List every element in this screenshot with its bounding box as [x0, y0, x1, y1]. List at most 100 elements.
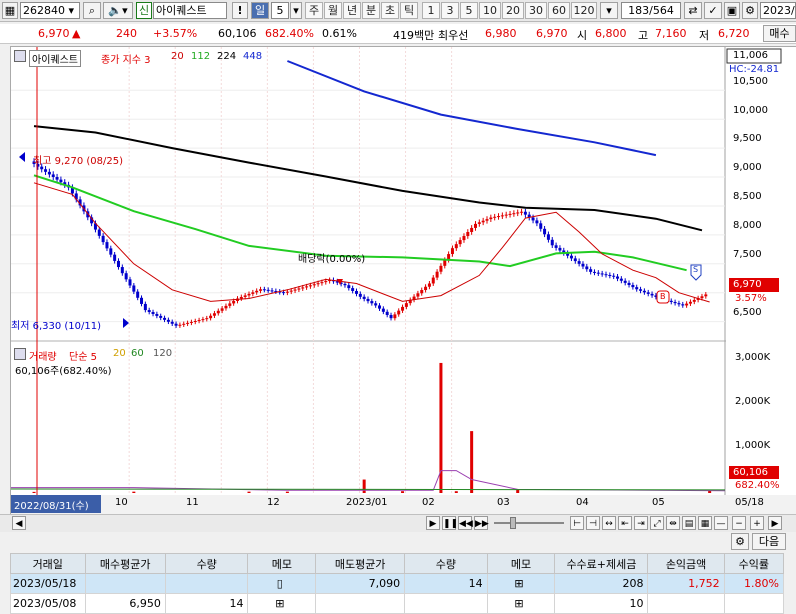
candle-body	[109, 248, 113, 255]
volume-legend-toggle-icon[interactable]	[14, 348, 26, 360]
list-dropdown-icon[interactable]: ▾	[600, 2, 618, 19]
cell-fee: 10	[554, 593, 649, 614]
period-month-button[interactable]: 월	[324, 2, 342, 19]
period-week-button[interactable]: 주	[305, 2, 323, 19]
candle-body	[573, 258, 577, 262]
interval-20-button[interactable]: 20	[502, 2, 524, 19]
candle-body	[351, 288, 355, 291]
period-year-button[interactable]: 년	[343, 2, 361, 19]
interval-3-button[interactable]: 3	[441, 2, 459, 19]
candle-body	[301, 287, 305, 289]
period-tick-button[interactable]: 틱	[400, 2, 418, 19]
fit-all-icon[interactable]: ⇹	[666, 516, 680, 530]
check-icon[interactable]: ✓	[704, 2, 722, 19]
buy-button[interactable]: 매수	[763, 25, 796, 42]
table-row[interactable]: 2023/05/18 ▯ 7,090 14 ⊞ 208 1,752 1.80%	[10, 573, 785, 594]
chart-scroll-bar[interactable]: ◀ ▶ ❚❚ ◀◀ ▶▶ ⊢ ⊣ ↔ ⇤ ⇥ ⤢ ⇹ ▤ ▦ — − + ▶	[0, 514, 796, 532]
forward-end-icon[interactable]: ▶▶	[474, 516, 489, 530]
memo-add-icon[interactable]: ⊞	[247, 593, 317, 614]
period-number[interactable]: 5	[271, 2, 289, 19]
candle-body	[577, 261, 581, 264]
expand-icon[interactable]: ⤢	[650, 516, 664, 530]
zoom-slider-track[interactable]	[494, 522, 564, 524]
period-minute-button[interactable]: 분	[362, 2, 380, 19]
scroll-end-right-icon[interactable]: ▶	[768, 516, 782, 530]
candle-body	[270, 290, 274, 292]
period-dropdown-icon[interactable]: ▾	[290, 2, 302, 19]
candle-body	[489, 217, 493, 220]
col-return: 수익률	[723, 553, 785, 574]
range-fit-icon[interactable]: ↔	[602, 516, 616, 530]
pause-icon[interactable]: ❚❚	[442, 516, 458, 530]
scroll-left-icon[interactable]: ◀	[12, 516, 26, 530]
stock-name-field[interactable]: 아이퀘스트	[153, 2, 227, 19]
plus-icon[interactable]: +	[750, 516, 764, 530]
chart-area[interactable]: 아이퀘스트 종가 지수 3 20 112 224 448 최고 9,270 (0…	[10, 46, 796, 515]
gear-icon[interactable]: ⚙	[742, 2, 758, 19]
range-start-icon[interactable]: ⊢	[570, 516, 584, 530]
interval-30-button[interactable]: 30	[525, 2, 547, 19]
x-axis-bg	[11, 495, 796, 515]
candle-body	[170, 321, 174, 324]
candle-body	[497, 216, 501, 218]
candle-body	[420, 290, 424, 294]
candle-body	[347, 285, 351, 289]
date-field[interactable]: 2023/0	[760, 2, 796, 19]
table-row[interactable]: 2023/05/08 6,950 14 ⊞ ⊞ 10	[10, 593, 785, 614]
x-tick-feb: 02	[422, 497, 435, 508]
candle-body	[550, 239, 554, 246]
period-day-button[interactable]: 일	[251, 2, 269, 19]
zoom-out-icon[interactable]: ⇤	[618, 516, 632, 530]
scroll-right-icon[interactable]: ▶	[426, 516, 440, 530]
alert-icon[interactable]: !	[232, 2, 248, 19]
link-icon[interactable]: ⇄	[684, 2, 702, 19]
candle-body	[543, 228, 547, 235]
zoom-slider-thumb[interactable]	[510, 517, 516, 529]
candle-body	[424, 286, 428, 291]
candle-body	[431, 277, 435, 284]
memo-icon[interactable]: ▯	[247, 573, 317, 594]
candle-body	[116, 260, 120, 268]
grid-icon[interactable]: ▦	[698, 516, 712, 530]
speaker-icon[interactable]: 🔈▾	[103, 2, 133, 19]
search-icon[interactable]: ⌕	[83, 2, 101, 19]
next-button[interactable]: 다음	[752, 533, 786, 550]
back-end-icon[interactable]: ◀◀	[458, 516, 473, 530]
interval-10-button[interactable]: 10	[479, 2, 501, 19]
x-axis-end-date: 05/18	[735, 497, 764, 508]
period-second-button[interactable]: 초	[381, 2, 399, 19]
high-annotation: 최고 9,270 (08/25)	[33, 156, 124, 167]
open-label: 시	[577, 29, 588, 42]
table-icon[interactable]: ▤	[682, 516, 696, 530]
candle-body	[569, 255, 573, 259]
window-icon[interactable]: ▦	[2, 2, 18, 19]
candle-body	[266, 289, 270, 291]
minimize-icon[interactable]: —	[714, 516, 728, 530]
legend-stock-name[interactable]: 아이퀘스트	[29, 50, 81, 67]
memo-add-icon[interactable]: ⊞	[486, 593, 556, 614]
candle-body	[385, 311, 389, 315]
interval-120-button[interactable]: 120	[571, 2, 597, 19]
volume-bar	[32, 491, 36, 493]
interval-60-button[interactable]: 60	[548, 2, 570, 19]
candle-body	[688, 301, 692, 304]
candle-body	[589, 269, 593, 272]
interval-1-button[interactable]: 1	[422, 2, 440, 19]
candle-body	[44, 169, 48, 172]
legend-toggle-icon[interactable]	[14, 50, 26, 62]
candle-body	[205, 318, 209, 320]
candle-body	[140, 297, 144, 304]
x-tick-apr: 04	[576, 497, 589, 508]
save-icon[interactable]: ▣	[724, 2, 740, 19]
zoom-in-icon[interactable]: ⇥	[634, 516, 648, 530]
interval-5-button[interactable]: 5	[460, 2, 478, 19]
memo-add-icon[interactable]: ⊞	[486, 573, 556, 594]
volume-ratio: 682.40%	[265, 27, 314, 40]
minus-icon[interactable]: −	[732, 516, 746, 530]
candle-body	[209, 315, 213, 319]
col-buy-avg: 매수평균가	[84, 553, 166, 574]
price-volume-chart[interactable]	[11, 47, 796, 515]
stock-code-input[interactable]: 262840 ▾	[20, 2, 80, 19]
table-settings-icon[interactable]: ⚙	[731, 533, 749, 550]
range-end-icon[interactable]: ⊣	[586, 516, 600, 530]
